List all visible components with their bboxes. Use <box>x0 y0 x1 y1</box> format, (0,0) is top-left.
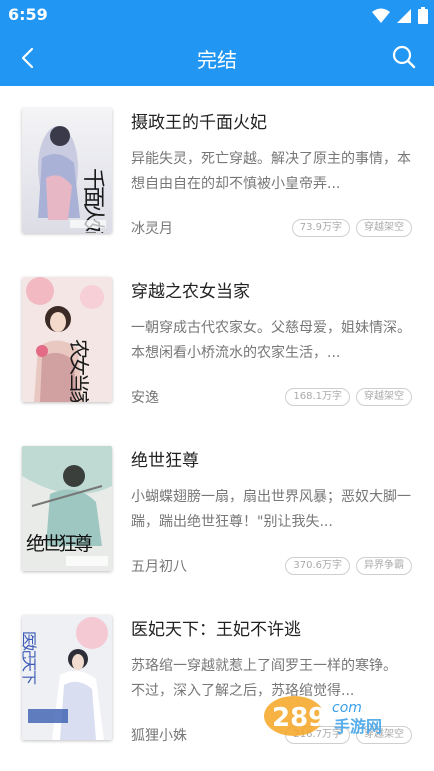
book-tags: 370.6万字 异界争霸 <box>285 557 412 575</box>
book-title[interactable]: 摄政王的千面火妃 <box>131 108 267 133</box>
status-icons <box>372 7 428 24</box>
search-icon <box>392 45 416 69</box>
cover-art-text: 农女当家 <box>67 339 91 402</box>
word-count-badge: 370.6万字 <box>285 557 350 575</box>
search-button[interactable] <box>390 43 418 71</box>
book-cover: 医妃天下 <box>22 615 112 740</box>
word-count-badge: 73.9万字 <box>291 219 350 237</box>
book-cover: 农女当家 <box>22 277 112 402</box>
book-cover: 绝世狂尊 <box>22 446 112 571</box>
book-cover: 千面火妃 <box>22 108 112 233</box>
book-author: 冰灵月 <box>131 221 173 237</box>
book-title[interactable]: 医妃天下：王妃不许逃 <box>131 615 301 640</box>
battery-icon <box>418 7 428 24</box>
book-title[interactable]: 绝世狂尊 <box>131 446 199 471</box>
status-time: 6:59 <box>8 5 48 24</box>
watermark-sub: com <box>332 700 362 716</box>
book-author: 安逸 <box>131 390 159 406</box>
svg-text:手游网: 手游网 <box>334 717 382 736</box>
book-author: 狐狸小姝 <box>131 728 187 744</box>
book-title[interactable]: 穿越之农女当家 <box>131 277 250 302</box>
svg-text:289: 289 <box>272 703 326 733</box>
book-item[interactable]: 农女当家 穿越之农女当家 一朝穿成古代农家女。父慈母爱，姐妹情深。本想闲看小桥流… <box>0 255 434 423</box>
book-tags: 73.9万字 穿越架空 <box>291 219 412 237</box>
watermark-logo: 289 com 手游网 <box>262 688 422 740</box>
book-description: 一朝穿成古代农家女。父慈母爱，姐妹情深。本想闲看小桥流水的农家生活，... <box>131 320 411 361</box>
wifi-icon <box>372 8 390 23</box>
signal-icon <box>397 8 411 23</box>
book-item[interactable]: 绝世狂尊 绝世狂尊 小蝴蝶翅膀一扇，扇出世界风暴；恶奴大脚一踹，踹出绝世狂尊！"… <box>0 424 434 592</box>
page-title: 完结 <box>197 48 237 72</box>
app-bar: 完结 <box>0 30 434 86</box>
status-bar: 6:59 <box>0 0 434 30</box>
genre-badge: 异界争霸 <box>356 557 412 575</box>
cover-art-text: 医妃天下 <box>22 631 38 685</box>
book-description: 异能失灵，死亡穿越。解决了原主的事情，本想自由自在的却不慎被小皇帝弄... <box>131 151 411 192</box>
genre-badge: 穿越架空 <box>356 219 412 237</box>
word-count-badge: 168.1万字 <box>285 388 350 406</box>
book-author: 五月初八 <box>131 559 187 575</box>
cover-art-text: 绝世狂尊 <box>26 533 93 555</box>
book-description: 小蝴蝶翅膀一扇，扇出世界风暴；恶奴大脚一踹，踹出绝世狂尊！"别让我失... <box>131 489 411 530</box>
book-item[interactable]: 千面火妃 摄政王的千面火妃 异能失灵，死亡穿越。解决了原主的事情，本想自由自在的… <box>0 86 434 254</box>
genre-badge: 穿越架空 <box>356 388 412 406</box>
book-tags: 168.1万字 穿越架空 <box>285 388 412 406</box>
